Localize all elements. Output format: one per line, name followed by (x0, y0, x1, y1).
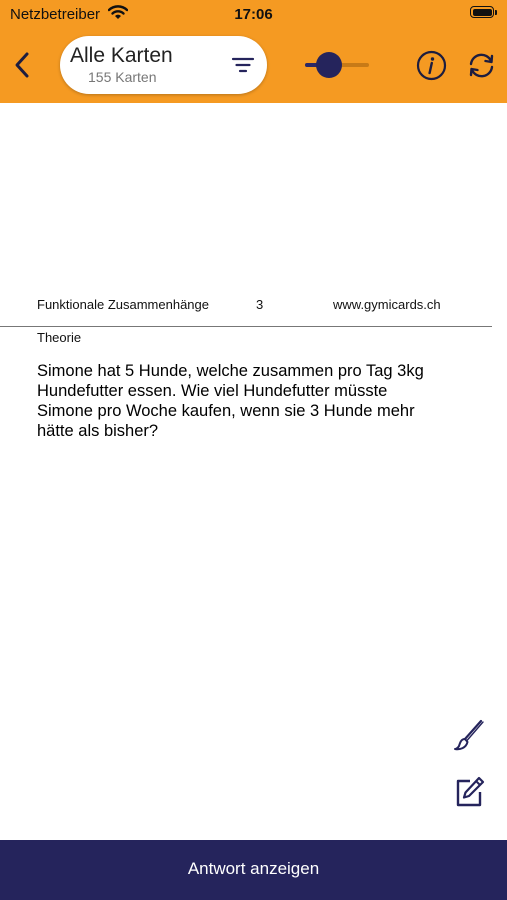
card-count: 155 Karten (88, 69, 157, 85)
info-icon (416, 50, 447, 81)
status-bar: Netzbetreiber 17:06 (0, 0, 507, 30)
filter-icon[interactable] (231, 54, 255, 76)
card-topic: Funktionale Zusammenhänge (37, 297, 209, 312)
clock: 17:06 (234, 6, 273, 23)
back-button[interactable] (10, 50, 38, 80)
deck-selector[interactable]: Alle Karten 155 Karten (60, 36, 267, 94)
back-chevron-icon (15, 52, 29, 78)
battery-icon (470, 6, 497, 18)
question-text: Simone hat 5 Hunde, welche zusammen pro … (37, 361, 457, 441)
card-category: Theorie (37, 330, 82, 345)
card-divider (0, 326, 492, 327)
show-answer-button[interactable]: Antwort anzeigen (0, 840, 507, 900)
deck-title: Alle Karten (70, 44, 173, 67)
sync-button[interactable] (466, 50, 497, 81)
info-button[interactable] (416, 50, 447, 81)
edit-icon (456, 776, 485, 807)
sync-icon (469, 53, 494, 78)
card-header: Funktionale Zusammenhänge 3 www.gymicard… (37, 297, 457, 315)
question-line: Simone pro Woche kaufen, wenn sie 3 Hund… (37, 402, 415, 420)
top-bar: Netzbetreiber 17:06 Alle Karten 155 Kart… (0, 0, 507, 103)
brush-icon (454, 719, 484, 751)
question-line: Simone hat 5 Hunde, welche zusammen pro … (37, 362, 424, 380)
zoom-slider[interactable] (305, 52, 369, 78)
slider-thumb[interactable] (316, 52, 343, 78)
card-website: www.gymicards.ch (333, 297, 441, 312)
draw-button[interactable] (452, 718, 486, 752)
show-answer-label: Antwort anzeigen (187, 859, 320, 878)
question-line: hätte als bisher? (37, 422, 159, 440)
edit-button[interactable] (452, 775, 486, 809)
card-number: 3 (256, 297, 264, 312)
question-line: Hundefutter essen. Wie viel Hundefutter … (37, 382, 388, 400)
